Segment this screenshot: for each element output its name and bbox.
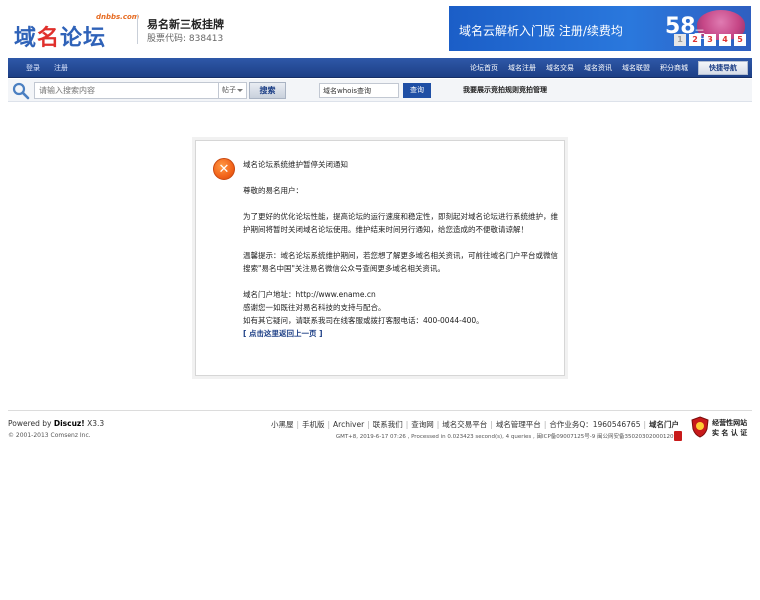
discuz-link[interactable]: Discuz! xyxy=(54,419,85,428)
header-slogan: 易名新三板挂牌 xyxy=(147,18,224,31)
whois-query-button[interactable]: 查询 xyxy=(403,83,431,98)
auction-links[interactable]: 我要展示竞拍规则竞拍管理 xyxy=(463,85,547,95)
search-type-select[interactable]: 帖子 xyxy=(219,82,247,99)
notice-contact: 如有其它疑问，请联系我司在线客服或拨打客服电话：400-0044-400。 xyxy=(243,316,484,325)
ad-banner[interactable]: 域名云解析入门版 注册/续费均 58 元 1 2 3 4 5 xyxy=(449,6,751,51)
footer-link-trade-platform[interactable]: 域名交易平台 xyxy=(442,420,487,429)
login-link[interactable]: 登录 xyxy=(26,63,40,73)
search-icon xyxy=(12,82,30,100)
nav-domain-news[interactable]: 域名资讯 xyxy=(584,63,612,73)
banner-page-4[interactable]: 4 xyxy=(719,34,731,46)
footer-links: 小黑屋 | 手机版 | Archiver | 联系我们 | 查询网 | 域名交易平台 | 域名管理平台 |… xyxy=(270,420,679,429)
error-icon: ✕ xyxy=(213,158,235,180)
powered-by: Powered by Discuz! X3.3 xyxy=(8,419,105,428)
stock-code: 股票代码: 838413 xyxy=(147,34,224,44)
nav-links: 论坛首页 域名注册 域名交易 域名资讯 域名联盟 积分商城 xyxy=(470,58,688,78)
footer-hotline: 合作业务Q：1960546765 xyxy=(549,420,641,429)
notice-body: 域名论坛系统维护暂停关闭通知 尊敬的易名用户： 为了更好的优化论坛性能，提高论坛… xyxy=(243,158,558,340)
banner-pager: 1 2 3 4 5 xyxy=(674,34,746,46)
footer-link-mobile[interactable]: 手机版 xyxy=(302,420,325,429)
nav-domain-alliance[interactable]: 域名联盟 xyxy=(622,63,650,73)
search-bar: 帖子 搜索 查询 我要展示竞拍规则竞拍管理 xyxy=(8,79,752,102)
search-button[interactable]: 搜索 xyxy=(249,82,286,99)
banner-page-1[interactable]: 1 xyxy=(674,34,686,46)
notice-title: 域名论坛系统维护暂停关闭通知 xyxy=(243,160,348,169)
nav-domain-trade[interactable]: 域名交易 xyxy=(546,63,574,73)
maintenance-notice: ✕ 域名论坛系统维护暂停关闭通知 尊敬的易名用户： 为了更好的优化论坛性能，提高… xyxy=(195,140,565,376)
banner-page-2[interactable]: 2 xyxy=(689,34,701,46)
footer-link-blackroom[interactable]: 小黑屋 xyxy=(271,420,294,429)
search-input[interactable] xyxy=(34,82,219,99)
search-type-value: 帖子 xyxy=(222,86,236,94)
police-badge-icon[interactable] xyxy=(691,416,709,438)
footer-link-portal[interactable]: 域名门户 xyxy=(649,420,679,429)
whois-input[interactable] xyxy=(319,83,399,98)
logo-wordmark: 域名论坛 xyxy=(14,25,107,51)
footer-link-query[interactable]: 查询网 xyxy=(411,420,434,429)
footer-link-manage-platform[interactable]: 域名管理平台 xyxy=(496,420,541,429)
certification-text[interactable]: 经营性网站 实 名 认 证 xyxy=(712,418,747,438)
banner-text: 域名云解析入门版 注册/续费均 xyxy=(459,24,623,38)
banner-page-3[interactable]: 3 xyxy=(704,34,716,46)
quick-nav-button[interactable]: 快捷导航 xyxy=(698,61,748,75)
footer-runtime-info: GMT+8, 2019-6-17 07:26 , Processed in 0.… xyxy=(335,434,679,440)
main-nav: 登录 注册 论坛首页 域名注册 域名交易 域名资讯 域名联盟 积分商城 快捷导航 xyxy=(8,58,752,78)
footer-link-contact[interactable]: 联系我们 xyxy=(373,420,403,429)
footer-divider xyxy=(8,410,752,411)
footer-link-archiver[interactable]: Archiver xyxy=(333,420,364,429)
notice-greeting: 尊敬的易名用户： xyxy=(243,186,303,195)
notice-portal-address: 域名门户地址：http://www.ename.cn xyxy=(243,290,376,299)
nav-forum-home[interactable]: 论坛首页 xyxy=(470,63,498,73)
chevron-down-icon xyxy=(237,89,243,92)
icp-badge-icon xyxy=(674,431,682,441)
user-links: 登录 注册 xyxy=(26,58,68,78)
logo-domain: dnbbs.com xyxy=(96,13,140,21)
notice-thanks: 感谢您一如既往对易名科技的支持与配合。 xyxy=(243,303,386,312)
copyright: © 2001-2013 Comsenz Inc. xyxy=(8,432,91,439)
site-logo[interactable]: 域名论坛 dnbbs.com xyxy=(14,12,139,52)
register-link[interactable]: 注册 xyxy=(54,63,68,73)
nav-points-mall[interactable]: 积分商城 xyxy=(660,63,688,73)
banner-page-5[interactable]: 5 xyxy=(734,34,746,46)
logo-divider xyxy=(137,14,138,44)
notice-paragraph-tip: 温馨提示：域名论坛系统维护期间，若您想了解更多域名相关资讯，可前往域名门户平台或… xyxy=(243,251,558,273)
nav-domain-register[interactable]: 域名注册 xyxy=(508,63,536,73)
notice-paragraph-maintenance: 为了更好的优化论坛性能，提高论坛的运行速度和稳定性，即刻起对域名论坛进行系统维护… xyxy=(243,212,558,234)
back-link[interactable]: [ 点击这里返回上一页 ] xyxy=(243,329,323,338)
